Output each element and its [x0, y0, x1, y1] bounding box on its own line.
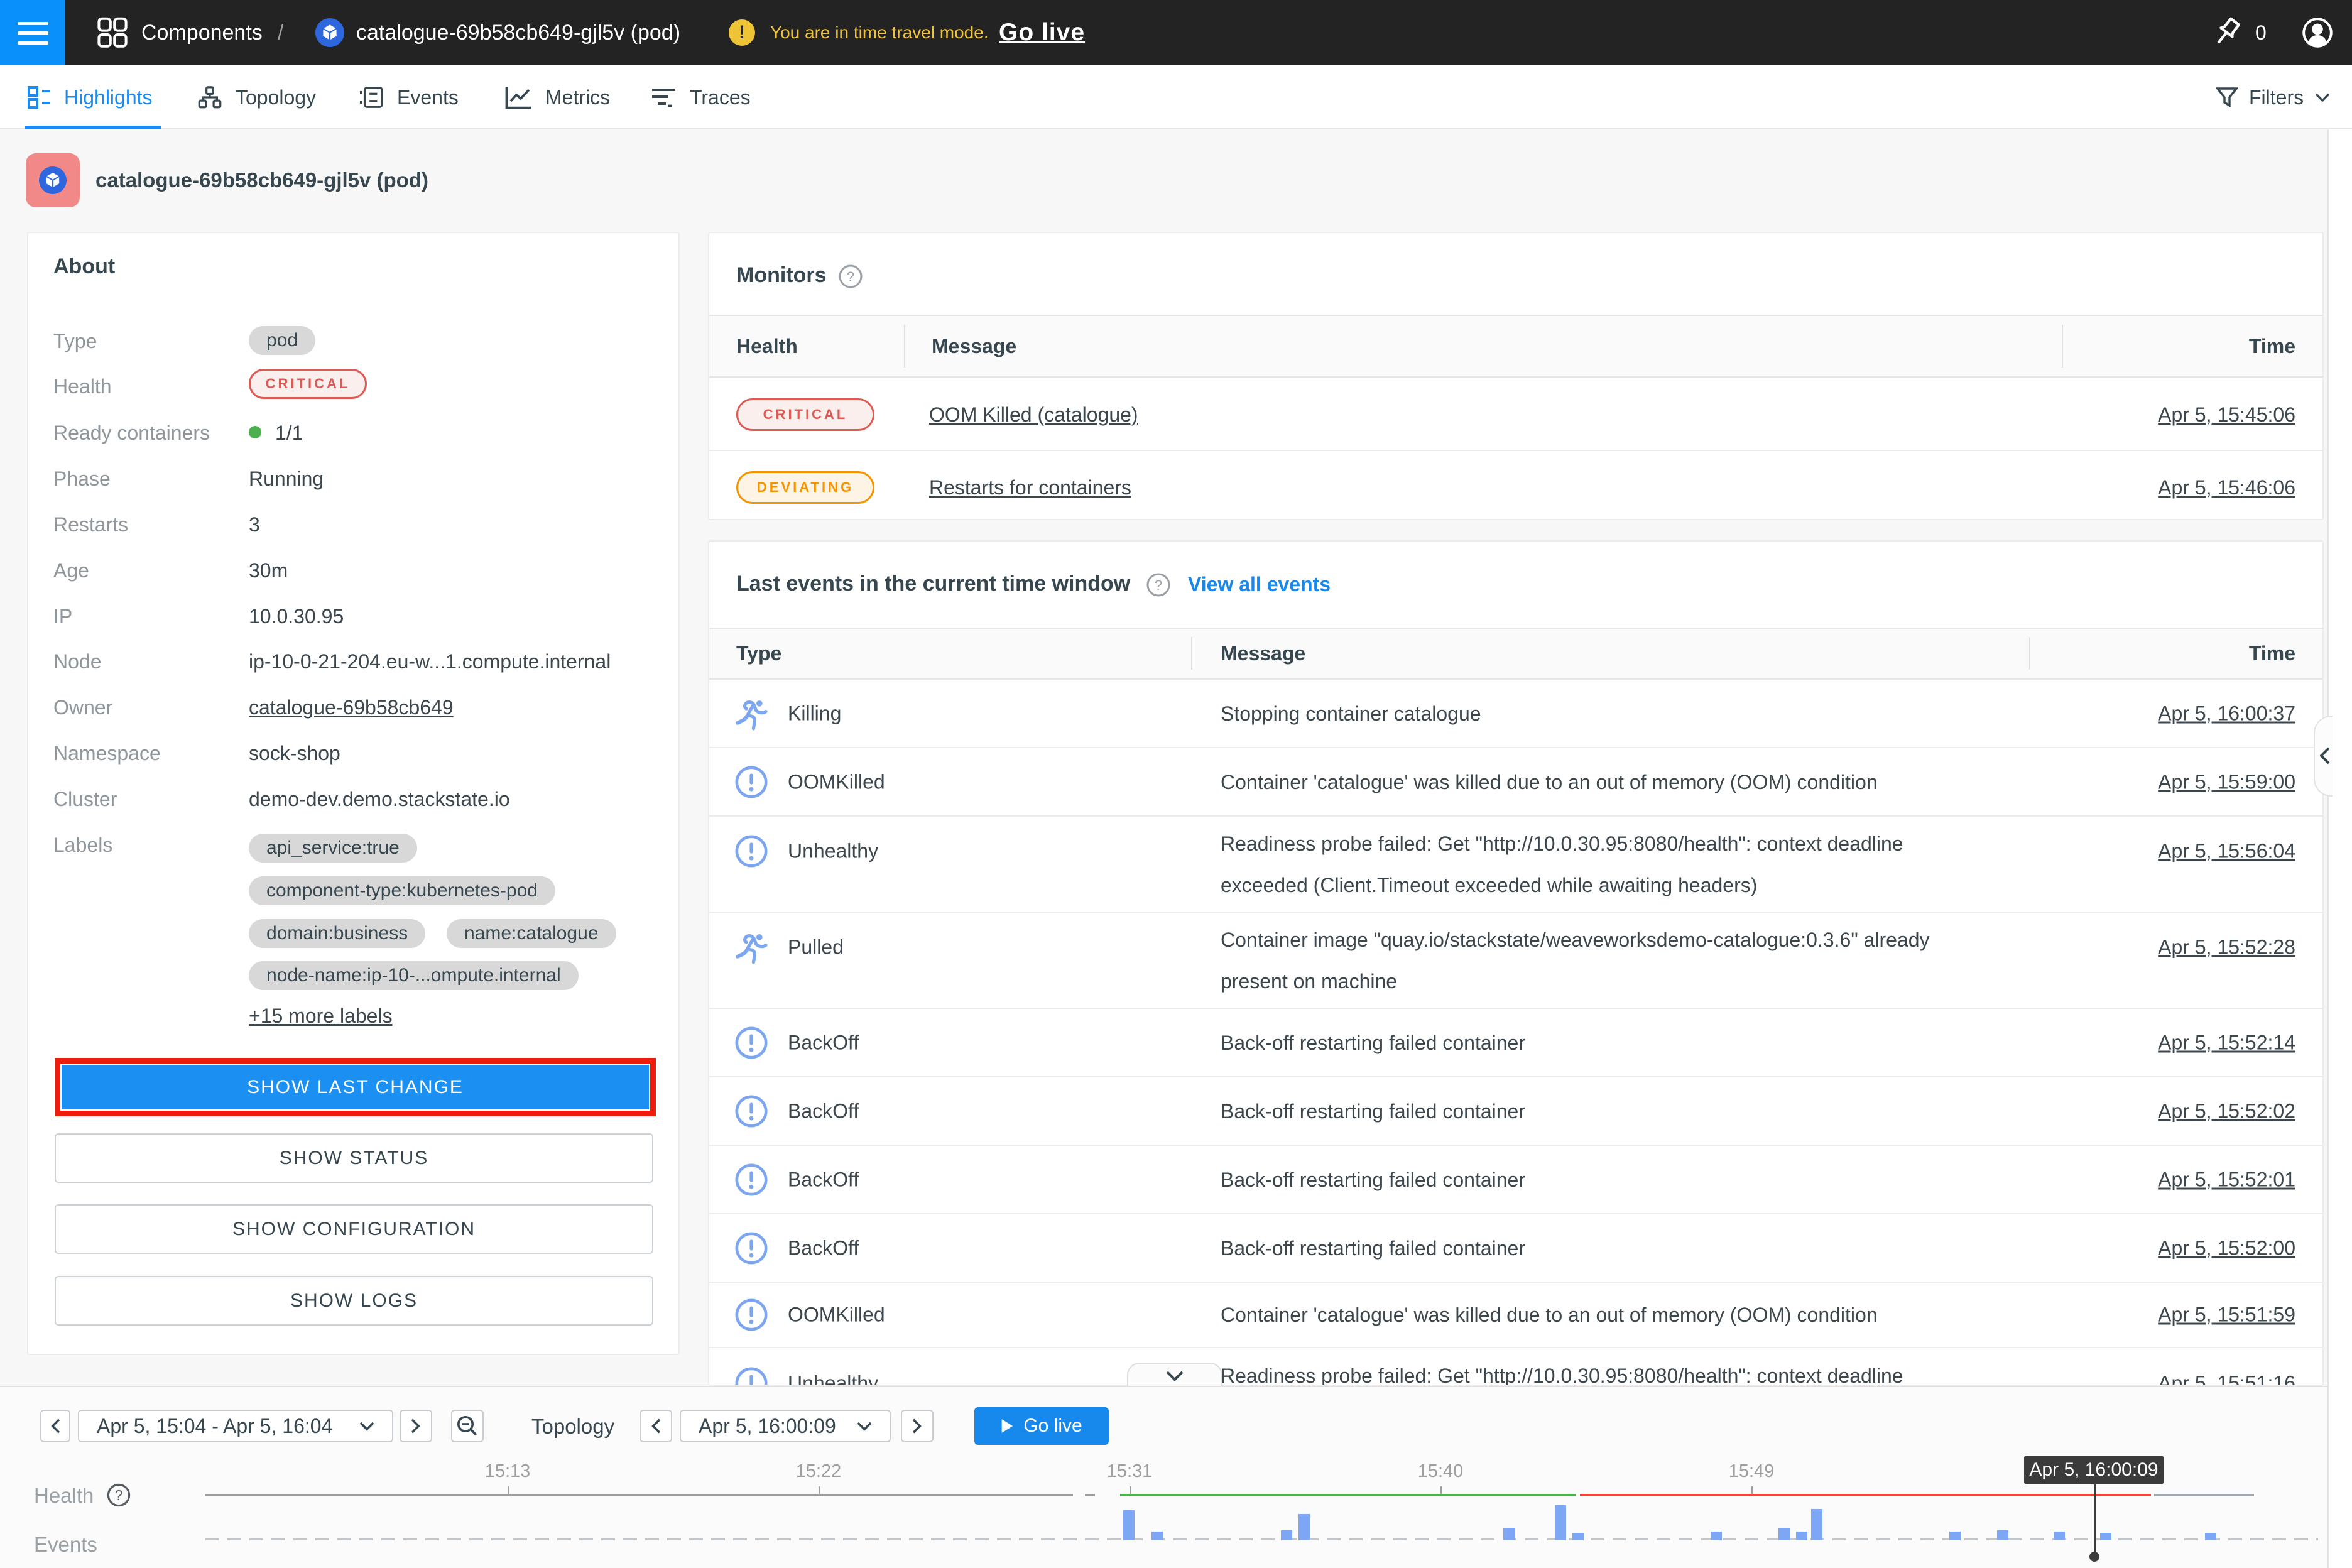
svg-text:?: ?	[847, 269, 854, 285]
svg-text:?: ?	[115, 1487, 123, 1503]
svg-text:?: ?	[1155, 577, 1162, 593]
